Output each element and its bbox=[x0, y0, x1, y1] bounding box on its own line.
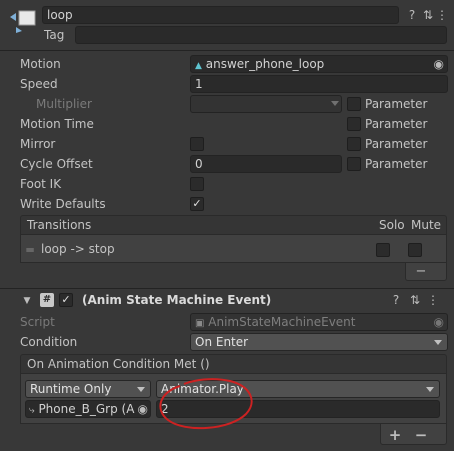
multiplier-parameter-checkbox[interactable] bbox=[347, 97, 361, 111]
condition-dropdown-arrow bbox=[434, 340, 442, 345]
transition-item-label[interactable]: loop -> stop bbox=[41, 240, 115, 258]
script-icon: # bbox=[40, 293, 54, 307]
speed-label: Speed bbox=[20, 77, 58, 91]
runtime-value: Runtime Only bbox=[30, 382, 112, 396]
motion-value: answer_phone_loop bbox=[205, 57, 325, 71]
target-picker-icon[interactable]: ◉ bbox=[135, 401, 148, 417]
remove-event-button[interactable]: − bbox=[414, 428, 428, 443]
target-object-field[interactable]: ⤷ Phone_B_Grp (A ◉ bbox=[25, 400, 151, 418]
gameobject-icon: ⤷ bbox=[29, 405, 35, 416]
cycle-offset-label: Cycle Offset bbox=[20, 157, 93, 171]
multiplier-parameter-label: Parameter bbox=[365, 97, 428, 111]
multiplier-dropdown-arrow bbox=[331, 101, 339, 106]
drag-handle-icon[interactable]: ═ bbox=[25, 243, 35, 257]
state-name-input[interactable]: loop bbox=[42, 6, 399, 24]
function-dropdown-arrow bbox=[426, 387, 434, 392]
write-defaults-label: Write Defaults bbox=[20, 197, 106, 211]
remove-transition-button[interactable]: − bbox=[415, 265, 427, 279]
presets-icon[interactable]: ⇅ bbox=[421, 8, 435, 22]
annotation-circle bbox=[159, 378, 253, 430]
add-event-button[interactable]: + bbox=[388, 428, 402, 443]
runtime-dropdown-arrow bbox=[137, 387, 145, 392]
mirror-checkbox[interactable] bbox=[190, 137, 204, 151]
motion-time-parameter-checkbox[interactable] bbox=[347, 117, 361, 131]
script-value: AnimStateMachineEvent bbox=[208, 315, 356, 329]
foot-ik-label: Foot IK bbox=[20, 177, 62, 191]
script-picker-icon: ◉ bbox=[433, 315, 444, 329]
motion-field[interactable]: ▲ answer_phone_loop ◉ bbox=[190, 55, 448, 73]
component-title: (Anim State Machine Event) bbox=[82, 293, 272, 307]
condition-dropdown[interactable]: On Enter bbox=[190, 333, 448, 351]
condition-value: On Enter bbox=[195, 335, 249, 349]
more-menu-icon[interactable]: ⋮ bbox=[436, 8, 448, 22]
state-icon bbox=[8, 7, 38, 35]
solo-header: Solo bbox=[379, 218, 405, 232]
script-label: Script bbox=[20, 315, 55, 329]
script-field: ▣ AnimStateMachineEvent ◉ bbox=[190, 313, 448, 331]
transition-mute-checkbox[interactable] bbox=[408, 243, 422, 257]
help-icon[interactable]: ? bbox=[405, 8, 419, 22]
cycle-offset-parameter-label: Parameter bbox=[365, 157, 428, 171]
mute-header: Mute bbox=[411, 218, 442, 232]
tag-label: Tag bbox=[44, 28, 65, 42]
animation-clip-icon: ▲ bbox=[195, 61, 202, 71]
mirror-parameter-checkbox[interactable] bbox=[347, 137, 361, 151]
foot-ik-checkbox[interactable] bbox=[190, 177, 204, 191]
component-more-icon[interactable]: ⋮ bbox=[427, 293, 439, 307]
component-presets-icon[interactable]: ⇅ bbox=[408, 293, 422, 307]
transitions-header-label: Transitions bbox=[27, 218, 92, 232]
condition-label: Condition bbox=[20, 335, 78, 349]
motion-time-label: Motion Time bbox=[20, 117, 94, 131]
mirror-parameter-label: Parameter bbox=[365, 137, 428, 151]
speed-input[interactable]: 1 bbox=[190, 75, 448, 93]
foldout-arrow-icon[interactable]: ▼ bbox=[22, 294, 32, 308]
header-divider bbox=[0, 50, 454, 51]
write-defaults-checkbox[interactable]: ✓ bbox=[190, 197, 204, 211]
target-object-value: Phone_B_Grp (A bbox=[38, 402, 135, 416]
motion-label: Motion bbox=[20, 57, 61, 71]
mirror-label: Mirror bbox=[20, 137, 56, 151]
tag-input[interactable] bbox=[75, 26, 447, 44]
motion-time-parameter-label: Parameter bbox=[365, 117, 428, 131]
multiplier-label: Multiplier bbox=[36, 97, 92, 111]
multiplier-dropdown bbox=[190, 95, 342, 113]
cycle-offset-input[interactable]: 0 bbox=[190, 155, 342, 173]
script-file-icon: ▣ bbox=[195, 318, 205, 329]
component-help-icon[interactable]: ? bbox=[389, 293, 403, 307]
runtime-dropdown[interactable]: Runtime Only bbox=[25, 380, 151, 398]
object-picker-icon[interactable]: ◉ bbox=[434, 56, 444, 72]
cycle-offset-parameter-checkbox[interactable] bbox=[347, 157, 361, 171]
transition-solo-checkbox[interactable] bbox=[376, 243, 390, 257]
component-enabled-checkbox[interactable]: ✓ bbox=[59, 293, 73, 307]
component-divider bbox=[0, 288, 454, 289]
